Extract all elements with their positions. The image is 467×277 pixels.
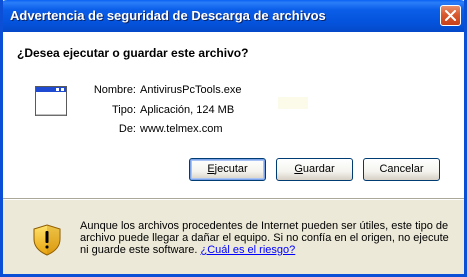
save-mnemonic: G (294, 163, 303, 175)
run-button[interactable]: Ejecutar (189, 158, 266, 181)
close-button[interactable] (440, 5, 461, 26)
file-source-value: www.telmex.com (140, 123, 223, 135)
divider (3, 198, 464, 200)
close-icon (445, 10, 456, 21)
warning-message: Aunque los archivos procedentes de Inter… (80, 220, 450, 256)
window-title: Advertencia de seguridad de Descarga de … (10, 8, 326, 23)
run-mnemonic: E (207, 163, 215, 175)
title-bar[interactable]: Advertencia de seguridad de Descarga de … (3, 0, 464, 32)
file-source-label: De: (118, 123, 136, 135)
dialog-body: ¿Desea ejecutar o guardar este archivo? … (3, 32, 464, 198)
file-name-label: Nombre: (93, 84, 136, 96)
security-warning-dialog: Advertencia de seguridad de Descarga de … (0, 0, 467, 277)
cancel-button[interactable]: Cancelar (363, 158, 440, 181)
file-type-label: Tipo: (111, 104, 136, 116)
security-shield-icon (33, 224, 61, 256)
save-button[interactable]: Guardar (276, 158, 353, 181)
file-type-value: Aplicación, 124 MB (140, 104, 235, 116)
dialog-question: ¿Desea ejecutar o guardar este archivo? (17, 46, 249, 60)
file-name-value: AntivirusPcTools.exe (140, 84, 242, 96)
highlight-block (278, 97, 308, 109)
risk-link[interactable]: ¿Cuál es el riesgo? (200, 244, 295, 256)
